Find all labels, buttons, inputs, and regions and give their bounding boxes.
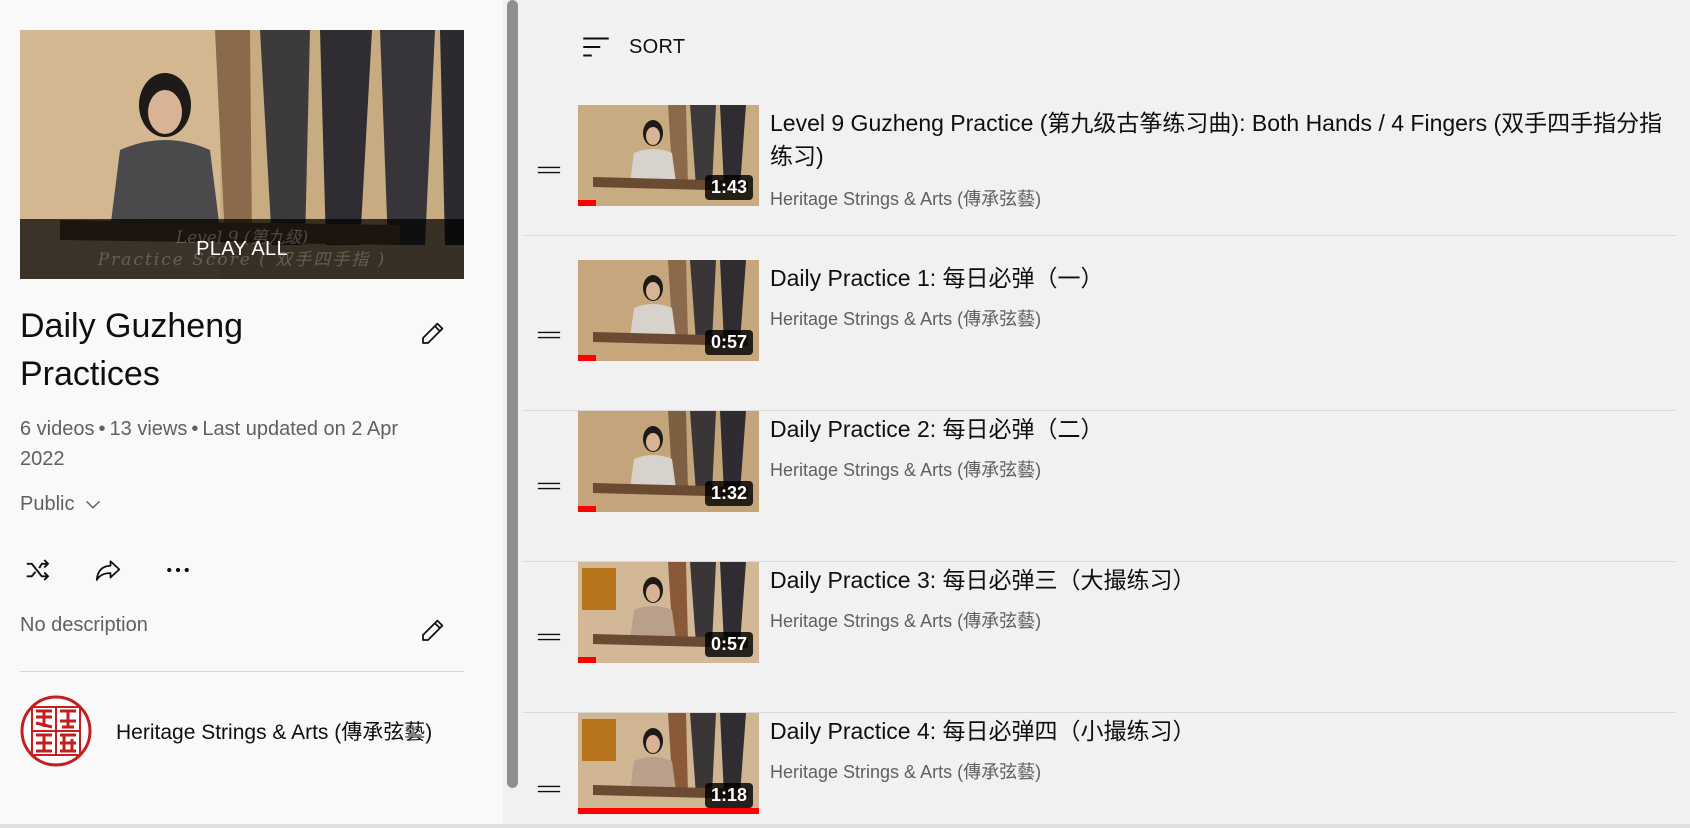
channel-name[interactable]: Heritage Strings & Arts (傳承弦藝) [116, 716, 432, 746]
drag-handle-icon [537, 482, 561, 490]
drag-handle[interactable] [537, 323, 561, 347]
video-thumbnail[interactable]: 0:57 [578, 562, 759, 663]
edit-description-button[interactable] [413, 610, 453, 650]
pencil-icon [422, 322, 444, 344]
playlist-video-row[interactable]: 0:57 Daily Practice 3: 每日必弹三（大撮练习） Heritag… [523, 562, 1676, 713]
drag-handle[interactable] [537, 625, 561, 649]
video-title[interactable]: Daily Practice 4: 每日必弹四（小撮练习） [770, 715, 1676, 748]
video-channel-name[interactable]: Heritage Strings & Arts (傳承弦藝) [770, 607, 1041, 633]
pencil-icon [422, 619, 444, 641]
seal-logo [20, 695, 92, 767]
playlist-videos-panel: SORT 1:43 Level 9 Guzheng Practice (第九级古筝… [523, 0, 1690, 828]
more-horizontal-icon [167, 567, 189, 573]
drag-handle-icon [537, 633, 561, 641]
drag-handle[interactable] [537, 474, 561, 498]
playlist-actions [18, 550, 198, 590]
bottom-strip [0, 824, 1690, 828]
scrollbar-thumb[interactable] [507, 0, 518, 788]
sort-label: SORT [629, 35, 686, 58]
more-actions-button[interactable] [158, 550, 198, 590]
watch-progress-bar [578, 808, 759, 814]
share-icon [95, 560, 121, 581]
video-title[interactable]: Daily Practice 2: 每日必弹（二） [770, 413, 1676, 446]
channel-avatar[interactable] [20, 695, 92, 767]
share-button[interactable] [88, 550, 128, 590]
drag-handle[interactable] [537, 777, 561, 801]
video-channel-name[interactable]: Heritage Strings & Arts (傳承弦藝) [770, 758, 1041, 784]
video-channel-name[interactable]: Heritage Strings & Arts (傳承弦藝) [770, 305, 1041, 331]
video-duration: 1:32 [704, 481, 753, 506]
stats-separator: • [98, 418, 106, 440]
sort-button[interactable]: SORT [579, 30, 685, 64]
video-duration: 0:57 [704, 632, 753, 657]
video-duration: 1:18 [704, 783, 753, 808]
playlist-title: Daily Guzheng Practices [20, 307, 244, 393]
watch-progress-bar [578, 657, 597, 663]
view-count: 13 views [109, 418, 188, 440]
chevron-down-icon [86, 500, 101, 509]
playlist-description: No description [20, 614, 148, 636]
video-title[interactable]: Daily Practice 3: 每日必弹三（大撮练习） [770, 564, 1676, 597]
video-title[interactable]: Daily Practice 1: 每日必弹（一） [770, 262, 1676, 295]
drag-handle-icon [537, 785, 561, 792]
video-channel-name[interactable]: Heritage Strings & Arts (傳承弦藝) [770, 185, 1041, 211]
drag-handle-icon [537, 331, 561, 339]
video-channel-name[interactable]: Heritage Strings & Arts (傳承弦藝) [770, 456, 1041, 482]
video-title[interactable]: Level 9 Guzheng Practice (第九级古筝练习曲): Bot… [770, 107, 1676, 173]
video-thumbnail[interactable]: 1:18 [578, 713, 759, 814]
playlist-video-row[interactable]: 1:32 Daily Practice 2: 每日必弹（二） Heritage St… [523, 411, 1676, 562]
stats-separator: • [191, 418, 199, 440]
video-thumbnail[interactable]: 1:43 [578, 105, 759, 206]
divider [20, 671, 464, 672]
playlist-header-panel: Level 9 (第九级) Practice Score ( 双手四手指 ) P… [0, 0, 503, 828]
privacy-dropdown[interactable]: Public [20, 493, 104, 516]
video-thumbnail[interactable]: 1:32 [578, 411, 759, 512]
play-all-button[interactable]: Level 9 (第九级) Practice Score ( 双手四手指 ) P… [20, 219, 464, 279]
playlist-stats: 6 videos • 13 views • Last updated on 2 Apr … [20, 414, 440, 474]
watch-progress-bar [578, 200, 597, 206]
playlist-hero-thumbnail[interactable]: Level 9 (第九级) Practice Score ( 双手四手指 ) P… [20, 30, 464, 279]
playlist-video-row[interactable]: 0:57 Daily Practice 1: 每日必弹（一） Heritage St… [523, 260, 1676, 411]
video-duration: 0:57 [704, 330, 753, 355]
sort-icon [583, 37, 609, 57]
edit-title-button[interactable] [413, 313, 453, 353]
video-count: 6 videos [20, 418, 95, 440]
drag-handle-icon [537, 166, 561, 174]
playlist-video-row[interactable]: 1:18 Daily Practice 4: 每日必弹四（小撮练习） Heritag… [523, 713, 1676, 828]
playlist-video-row[interactable]: 1:43 Level 9 Guzheng Practice (第九级古筝练习曲):… [523, 105, 1676, 236]
drag-handle[interactable] [537, 158, 561, 182]
shuffle-button[interactable] [18, 550, 58, 590]
watch-progress-bar [578, 355, 597, 361]
watch-progress-bar [578, 506, 597, 512]
privacy-label: Public [20, 493, 75, 515]
video-thumbnail[interactable]: 0:57 [578, 260, 759, 361]
shuffle-icon [26, 559, 50, 581]
video-duration: 1:43 [704, 175, 753, 200]
channel-link[interactable]: Heritage Strings & Arts (傳承弦藝) [20, 695, 432, 767]
play-all-label: PLAY ALL [196, 237, 288, 260]
